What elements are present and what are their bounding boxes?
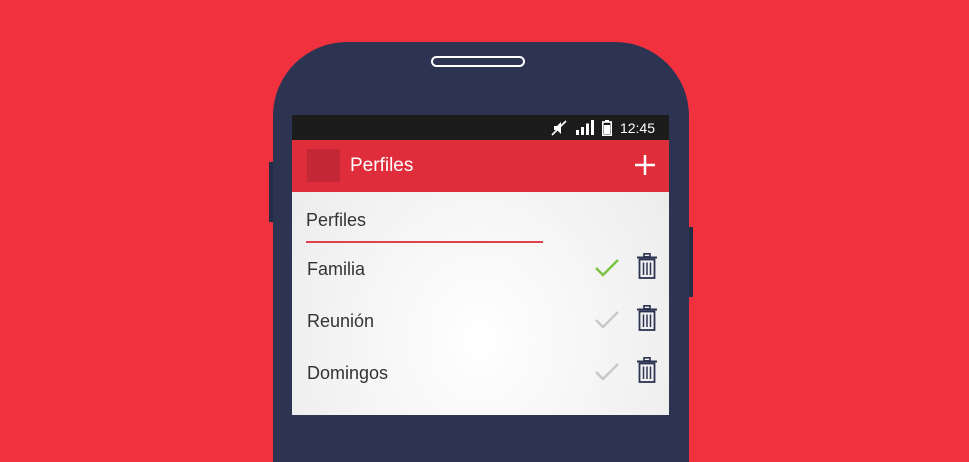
check-icon xyxy=(595,363,619,381)
activate-profile-button[interactable] xyxy=(594,361,620,383)
profile-name: Reunión xyxy=(307,311,375,331)
app-bar: Perfiles xyxy=(292,140,669,192)
profile-name: Familia xyxy=(307,259,366,279)
trash-icon xyxy=(637,305,657,331)
phone-frame: 12:45 Perfiles Perfiles Familia Reunión … xyxy=(269,42,693,462)
delete-profile-button[interactable] xyxy=(637,357,657,383)
status-bar: 12:45 xyxy=(292,115,669,140)
delete-profile-button[interactable] xyxy=(637,305,657,331)
mute-icon xyxy=(550,119,568,136)
trash-icon xyxy=(637,253,657,279)
check-icon xyxy=(595,311,619,329)
profile-row[interactable]: Domingos xyxy=(292,353,669,393)
phone-screen: 12:45 Perfiles Perfiles Familia Reunión … xyxy=(292,115,669,415)
app-icon xyxy=(307,149,340,182)
phone-side-button-right xyxy=(689,227,693,297)
section-header: Perfiles xyxy=(306,210,367,230)
signal-icon xyxy=(575,120,594,135)
profile-row[interactable]: Familia xyxy=(292,249,669,289)
battery-icon xyxy=(601,119,612,136)
phone-side-button-left xyxy=(269,162,273,222)
activate-profile-button[interactable] xyxy=(594,257,620,279)
activate-profile-button[interactable] xyxy=(594,309,620,331)
status-time: 12:45 xyxy=(619,119,655,136)
plus-icon xyxy=(635,155,655,175)
delete-profile-button[interactable] xyxy=(637,253,657,279)
add-profile-button[interactable] xyxy=(633,153,657,177)
profile-row[interactable]: Reunión xyxy=(292,301,669,341)
profile-name: Domingos xyxy=(307,363,389,383)
trash-icon xyxy=(637,357,657,383)
section-underline xyxy=(306,241,543,243)
app-title: Perfiles xyxy=(350,155,414,176)
check-icon xyxy=(595,259,619,277)
phone-speaker xyxy=(431,56,525,67)
